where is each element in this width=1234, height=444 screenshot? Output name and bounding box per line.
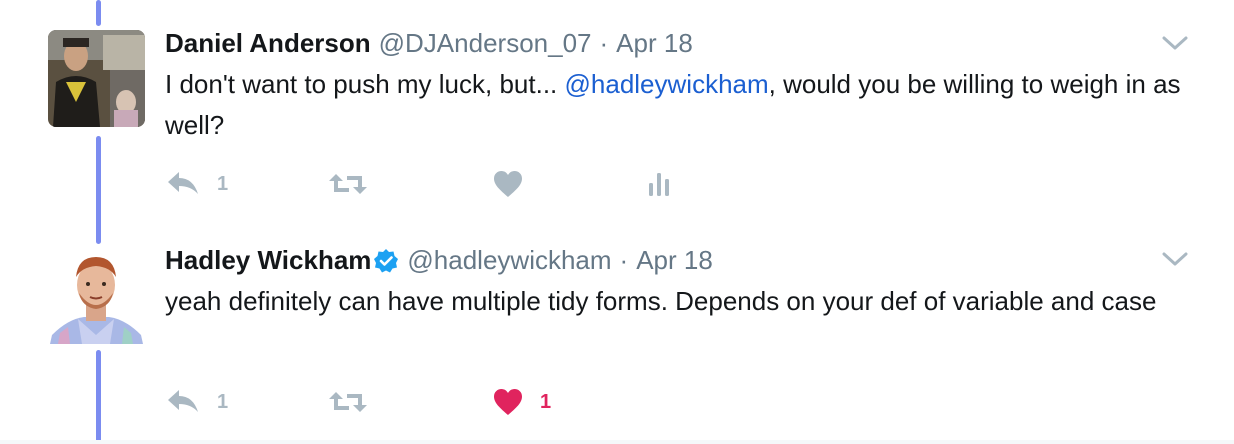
retweet-button[interactable] [327,164,385,204]
timestamp[interactable]: Apr 18 [636,245,713,276]
tweet[interactable]: Hadley Wickham @hadleywickham · Apr 18 y… [0,222,1234,440]
like-button[interactable] [492,164,540,204]
tweet-text: I don't want to push my luck, but... @ha… [165,64,1185,146]
retweet-button[interactable] [327,382,385,422]
reply-icon [165,388,201,416]
reply-button[interactable]: 1 [165,382,228,422]
author-name[interactable]: Hadley Wickham [165,245,371,276]
retweet-icon [327,389,369,415]
timestamp[interactable]: Apr 18 [616,28,693,59]
analytics-icon [647,170,673,198]
separator: · [619,245,629,275]
tweet-actions: 1 [165,164,765,204]
heart-icon [492,169,524,199]
divider [0,440,1234,444]
like-button[interactable]: 1 [492,382,551,422]
reply-count: 1 [217,390,229,413]
author-handle[interactable]: @DJAnderson_07 [379,28,592,59]
chevron-down-icon[interactable] [1161,250,1189,268]
tweet[interactable]: Daniel Anderson @DJAnderson_07 · Apr 18 … [0,0,1234,222]
reply-button[interactable]: 1 [165,164,228,204]
avatar[interactable] [48,30,145,127]
tweet-header: Hadley Wickham @hadleywickham · Apr 18 [165,245,713,276]
reply-icon [165,170,201,198]
author-handle[interactable]: @hadleywickham [407,245,611,276]
separator: · [599,28,609,58]
tweet-text: yeah definitely can have multiple tidy f… [165,286,1157,316]
analytics-button[interactable] [647,164,673,204]
mention-link[interactable]: @hadleywickham [565,69,769,99]
retweet-icon [327,171,369,197]
tweet-actions: 1 1 [165,382,765,422]
reply-count: 1 [217,172,229,195]
verified-badge-icon [373,248,399,274]
heart-icon [492,387,524,417]
tweet-text-part: I don't want to push my luck, but... [165,69,565,99]
like-count: 1 [540,390,552,413]
chevron-down-icon[interactable] [1161,34,1189,52]
tweet-header: Daniel Anderson @DJAnderson_07 · Apr 18 [165,28,693,59]
avatar[interactable] [48,247,145,344]
author-name[interactable]: Daniel Anderson [165,28,371,59]
